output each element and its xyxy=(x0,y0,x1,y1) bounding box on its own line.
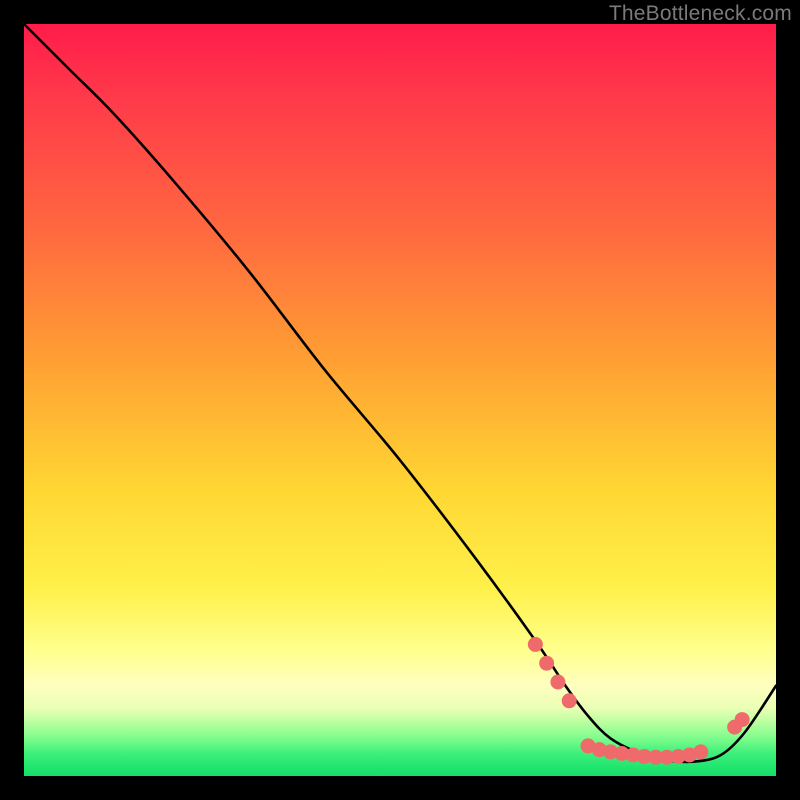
bottleneck-curve xyxy=(24,24,776,762)
curve-layer xyxy=(24,24,776,762)
chart-frame: TheBottleneck.com xyxy=(0,0,800,800)
data-marker xyxy=(735,712,750,727)
data-marker xyxy=(693,744,708,759)
chart-svg xyxy=(24,24,776,776)
watermark-label: TheBottleneck.com xyxy=(609,2,792,26)
data-marker xyxy=(562,693,577,708)
plot-area xyxy=(24,24,776,776)
data-marker xyxy=(528,637,543,652)
data-marker xyxy=(550,675,565,690)
data-marker xyxy=(539,656,554,671)
marker-layer xyxy=(528,637,750,765)
